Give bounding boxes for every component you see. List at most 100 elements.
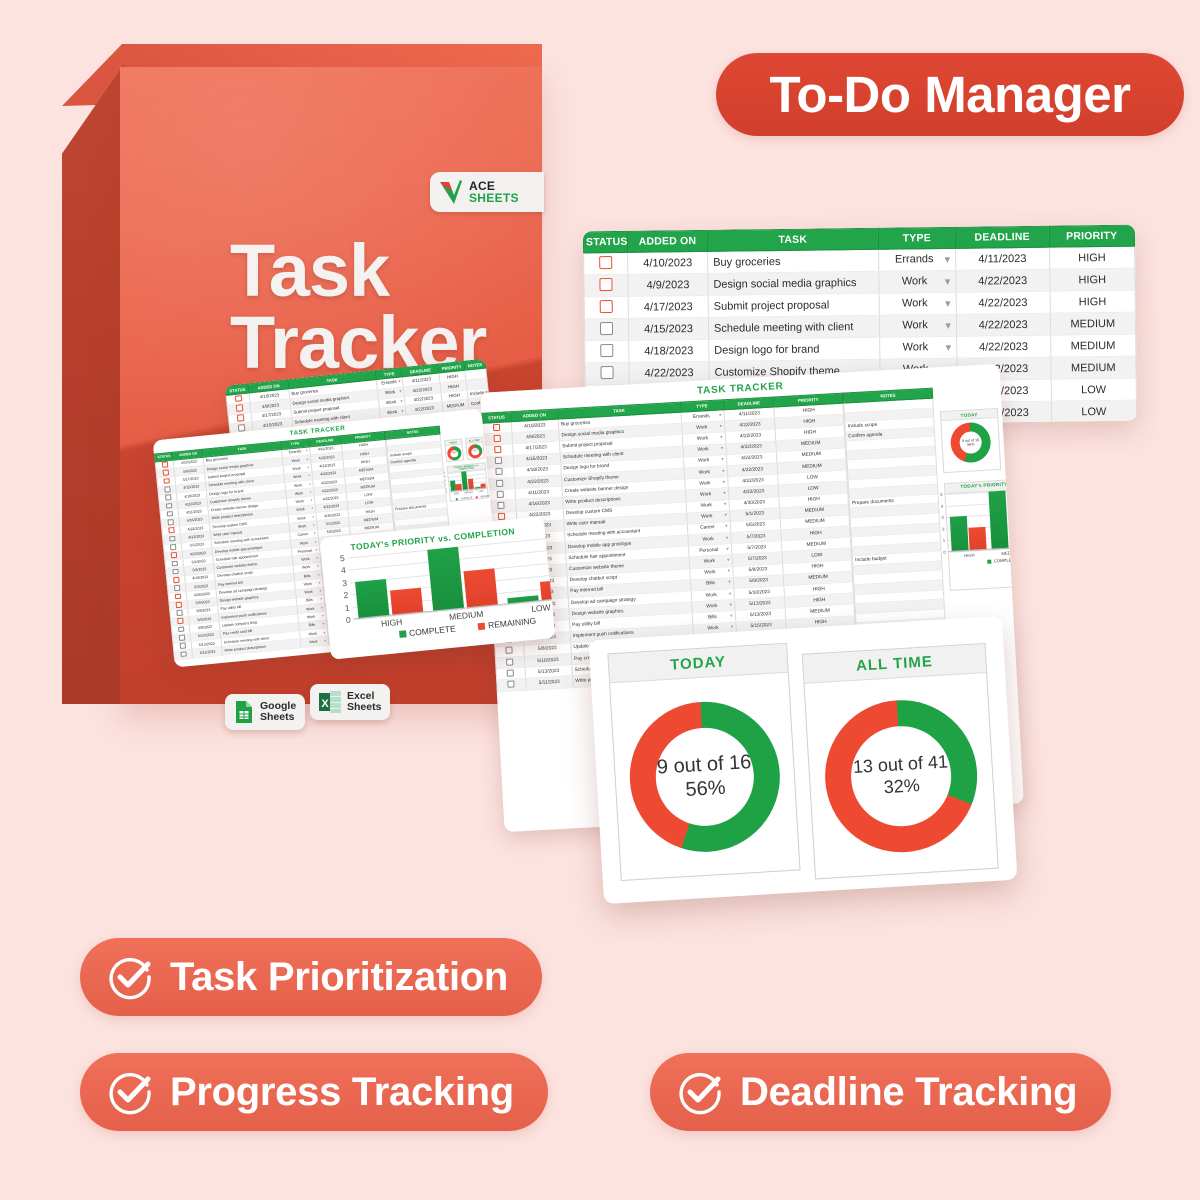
checkbox-icon[interactable] <box>236 414 244 422</box>
checkbox-icon[interactable] <box>495 456 503 465</box>
checkbox-icon[interactable] <box>599 278 613 292</box>
checkbox-icon[interactable] <box>170 552 177 559</box>
type-dropdown-cell[interactable]: Work ▾ <box>879 314 957 338</box>
chevron-down-icon[interactable]: ▾ <box>945 319 951 332</box>
chevron-down-icon[interactable]: ▾ <box>322 614 324 618</box>
chevron-down-icon[interactable]: ▾ <box>308 474 310 478</box>
checkbox-icon[interactable] <box>165 502 172 509</box>
checkbox-icon[interactable] <box>173 585 180 592</box>
checkbox-icon[interactable] <box>168 535 176 542</box>
chevron-down-icon[interactable]: ▾ <box>728 569 731 574</box>
chevron-down-icon[interactable]: ▾ <box>324 639 326 643</box>
chevron-down-icon[interactable]: ▾ <box>310 490 312 494</box>
chevron-down-icon[interactable]: ▾ <box>945 297 951 310</box>
checkbox-icon[interactable] <box>164 494 172 501</box>
checkbox-icon[interactable] <box>600 344 614 358</box>
checkbox-icon[interactable] <box>168 527 175 534</box>
chevron-down-icon[interactable]: ▾ <box>726 536 729 541</box>
checkbox-icon[interactable] <box>176 609 183 616</box>
chevron-down-icon[interactable]: ▾ <box>726 547 729 552</box>
checkbox-icon[interactable] <box>235 404 243 412</box>
chevron-down-icon[interactable]: ▾ <box>323 622 325 626</box>
status-checkbox-cell[interactable] <box>584 318 629 341</box>
chevron-down-icon[interactable]: ▾ <box>722 469 725 474</box>
checkbox-icon[interactable] <box>493 434 502 442</box>
checkbox-icon[interactable] <box>507 669 515 677</box>
chevron-down-icon[interactable]: ▾ <box>727 558 730 563</box>
checkbox-icon[interactable] <box>169 543 176 550</box>
checkbox-icon[interactable] <box>177 618 184 625</box>
chevron-down-icon[interactable]: ▾ <box>723 491 726 496</box>
chevron-down-icon[interactable]: ▾ <box>721 447 724 452</box>
checkbox-icon[interactable] <box>179 642 186 649</box>
chevron-down-icon[interactable]: ▾ <box>721 458 724 463</box>
checkbox-icon[interactable] <box>167 519 174 526</box>
chevron-down-icon[interactable]: ▾ <box>946 341 952 354</box>
checkbox-icon[interactable] <box>497 501 506 509</box>
checkbox-icon[interactable] <box>175 601 182 608</box>
chevron-down-icon[interactable]: ▾ <box>309 482 311 486</box>
chevron-down-icon[interactable]: ▾ <box>720 424 723 429</box>
checkbox-icon[interactable] <box>161 461 168 468</box>
type-dropdown-cell[interactable]: Work ▾ <box>878 270 957 294</box>
chevron-down-icon[interactable]: ▾ <box>318 581 320 585</box>
chevron-down-icon[interactable]: ▾ <box>306 457 308 461</box>
checkbox-icon[interactable] <box>507 680 516 688</box>
chevron-down-icon[interactable]: ▾ <box>310 498 312 502</box>
checkbox-icon[interactable] <box>174 593 181 600</box>
checkbox-icon[interactable] <box>163 477 170 485</box>
chevron-down-icon[interactable]: ▾ <box>315 548 317 552</box>
checkbox-icon[interactable] <box>495 468 504 476</box>
chevron-down-icon[interactable]: ▾ <box>729 603 732 608</box>
checkbox-icon[interactable] <box>162 469 169 476</box>
checkbox-icon[interactable] <box>599 256 613 270</box>
chevron-down-icon[interactable]: ▾ <box>399 389 402 395</box>
checkbox-icon[interactable] <box>177 626 185 633</box>
chevron-down-icon[interactable]: ▾ <box>313 523 315 527</box>
chevron-down-icon[interactable]: ▾ <box>945 275 951 288</box>
status-checkbox-cell[interactable] <box>496 678 527 692</box>
checkbox-icon[interactable] <box>234 394 242 403</box>
chevron-down-icon[interactable]: ▾ <box>725 514 728 519</box>
type-dropdown-cell[interactable]: Work ▾ <box>878 292 957 316</box>
checkbox-icon[interactable] <box>497 490 505 498</box>
checkbox-icon[interactable] <box>600 366 614 380</box>
chevron-down-icon[interactable]: ▾ <box>398 379 401 385</box>
chevron-down-icon[interactable]: ▾ <box>312 515 314 519</box>
status-checkbox-cell[interactable] <box>584 296 629 319</box>
chevron-down-icon[interactable]: ▾ <box>401 408 404 414</box>
chevron-down-icon[interactable]: ▾ <box>314 540 316 544</box>
chevron-down-icon[interactable]: ▾ <box>725 525 728 530</box>
chevron-down-icon[interactable]: ▾ <box>317 564 319 568</box>
checkbox-icon[interactable] <box>173 576 180 583</box>
checkbox-icon[interactable] <box>494 445 502 454</box>
checkbox-icon[interactable] <box>178 634 185 641</box>
chevron-down-icon[interactable]: ▾ <box>944 253 951 266</box>
checkbox-icon[interactable] <box>171 560 178 567</box>
checkbox-icon[interactable] <box>237 424 245 432</box>
chevron-down-icon[interactable]: ▾ <box>318 573 320 577</box>
type-dropdown-cell[interactable]: Errands ▾ <box>878 248 956 272</box>
checkbox-icon[interactable] <box>599 300 613 314</box>
checkbox-icon[interactable] <box>493 423 501 431</box>
checkbox-icon[interactable] <box>506 657 514 666</box>
type-dropdown-cell[interactable]: Work ▾ <box>879 336 957 360</box>
status-checkbox-cell[interactable] <box>583 274 629 297</box>
checkbox-icon[interactable] <box>172 568 179 575</box>
chevron-down-icon[interactable]: ▾ <box>311 507 313 511</box>
status-checkbox-cell[interactable] <box>584 340 630 363</box>
checkbox-icon[interactable] <box>599 322 614 336</box>
chevron-down-icon[interactable]: ▾ <box>731 625 734 630</box>
checkbox-icon[interactable] <box>496 479 504 487</box>
checkbox-icon[interactable] <box>498 512 506 521</box>
status-checkbox-cell[interactable] <box>173 649 194 660</box>
chevron-down-icon[interactable]: ▾ <box>321 606 323 610</box>
chevron-down-icon[interactable]: ▾ <box>400 398 403 404</box>
checkbox-icon[interactable] <box>180 651 187 658</box>
chevron-down-icon[interactable]: ▾ <box>724 502 727 507</box>
chevron-down-icon[interactable]: ▾ <box>723 480 726 485</box>
chevron-down-icon[interactable]: ▾ <box>306 449 308 453</box>
chevron-down-icon[interactable]: ▾ <box>314 531 316 535</box>
chevron-down-icon[interactable]: ▾ <box>316 556 318 560</box>
checkbox-icon[interactable] <box>166 510 173 518</box>
